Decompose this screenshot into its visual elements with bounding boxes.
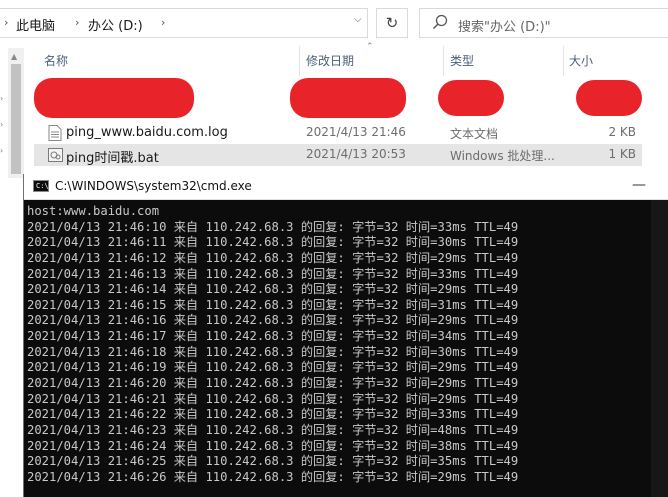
- column-divider[interactable]: [443, 46, 444, 76]
- expand-arrow-icon[interactable]: ›: [0, 94, 3, 103]
- file-name: ping时间戳.bat: [66, 151, 159, 166]
- redaction-mark: [34, 78, 194, 118]
- console-line: 2021/04/13 21:46:12 来自 110.242.68.3 的回复:…: [27, 250, 519, 265]
- console-scrollbar[interactable]: [651, 200, 668, 497]
- console-line: 2021/04/13 21:46:15 来自 110.242.68.3 的回复:…: [27, 297, 519, 312]
- expand-arrow-icon[interactable]: ›: [0, 146, 3, 155]
- refresh-icon: ↻: [385, 14, 399, 32]
- breadcrumb-drive-d[interactable]: 办公 (D:): [88, 15, 143, 34]
- explorer-address-bar: › 此电脑 › 办公 (D:) › ⌵ ↻ 搜索"办公 (D:)": [0, 0, 668, 48]
- nav-scrollbar[interactable]: ▲: [8, 48, 24, 178]
- search-input[interactable]: 搜索"办公 (D:)": [419, 8, 668, 38]
- file-row[interactable]: ping_www.baidu.com.log 2021/4/13 21:46 文…: [34, 122, 642, 144]
- console-line: 2021/04/13 21:46:13 来自 110.242.68.3 的回复:…: [27, 266, 519, 281]
- console-line: 2021/04/13 21:46:18 来自 110.242.68.3 的回复:…: [27, 344, 519, 359]
- file-size: 2 KB: [608, 125, 636, 139]
- console-line: 2021/04/13 21:46:21 来自 110.242.68.3 的回复:…: [27, 391, 519, 406]
- cmd-window-title: C:\WINDOWS\system32\cmd.exe: [55, 179, 252, 193]
- scroll-up-icon[interactable]: ▲: [11, 52, 17, 61]
- column-header-size[interactable]: 大小: [569, 46, 593, 76]
- console-line: 2021/04/13 21:46:24 来自 110.242.68.3 的回复:…: [27, 438, 519, 453]
- column-divider[interactable]: [299, 46, 300, 76]
- column-header-name[interactable]: 名称: [44, 46, 68, 76]
- address-dropdown-icon[interactable]: ⌵: [354, 14, 362, 25]
- redaction-mark: [290, 78, 406, 118]
- console-output[interactable]: host:www.baidu.com 2021/04/13 21:46:10 来自…: [27, 204, 627, 496]
- column-header-type[interactable]: 类型: [450, 46, 474, 76]
- navigation-pane: › › ›: [0, 48, 8, 178]
- console-line: 2021/04/13 21:46:20 来自 110.242.68.3 的回复:…: [27, 376, 519, 391]
- breadcrumb-chevron-icon[interactable]: ›: [75, 16, 79, 29]
- search-icon: [432, 14, 448, 30]
- sort-caret-icon: ⌃: [366, 42, 374, 52]
- console-line: 2021/04/13 21:46:16 来自 110.242.68.3 的回复:…: [27, 313, 519, 328]
- console-line: 2021/04/13 21:46:23 来自 110.242.68.3 的回复:…: [27, 422, 519, 437]
- cmd-app-icon: C:\: [33, 180, 49, 192]
- redaction-mark: [438, 80, 504, 116]
- file-type: 文本文档: [450, 127, 499, 141]
- search-placeholder: 搜索"办公 (D:)": [458, 20, 551, 35]
- text-file-icon: [48, 125, 62, 141]
- nav-scrollbar-thumb[interactable]: [11, 64, 21, 174]
- file-type: Windows 批处理...: [450, 149, 555, 163]
- file-name: ping_www.baidu.com.log: [66, 125, 228, 140]
- console-line: 2021/04/13 21:46:19 来自 110.242.68.3 的回复:…: [27, 360, 519, 375]
- refresh-button[interactable]: ↻: [376, 8, 408, 38]
- console-line: 2021/04/13 21:46:25 来自 110.242.68.3 的回复:…: [27, 454, 519, 469]
- minimize-icon[interactable]: —: [632, 177, 646, 193]
- file-date: 2021/4/13 21:46: [306, 125, 406, 139]
- console-line: host:www.baidu.com: [27, 204, 160, 218]
- file-size: 1 KB: [608, 147, 636, 161]
- console-line: 2021/04/13 21:46:14 来自 110.242.68.3 的回复:…: [27, 282, 519, 297]
- redaction-mark: [576, 80, 642, 116]
- console-line: 2021/04/13 21:46:26 来自 110.242.68.3 的回复:…: [27, 469, 519, 484]
- console-line: 2021/04/13 21:46:11 来自 110.242.68.3 的回复:…: [27, 235, 519, 250]
- column-header-date[interactable]: 修改日期: [306, 46, 354, 76]
- file-row-selected[interactable]: ping时间戳.bat 2021/4/13 20:53 Windows 批处理.…: [34, 144, 642, 166]
- console-line: 2021/04/13 21:46:17 来自 110.242.68.3 的回复:…: [27, 329, 519, 344]
- breadcrumb-chevron-icon[interactable]: ›: [161, 16, 165, 29]
- batch-file-icon: [48, 148, 63, 162]
- cmd-title-bar[interactable]: C:\ C:\WINDOWS\system32\cmd.exe —: [24, 174, 668, 200]
- address-box[interactable]: [0, 8, 368, 38]
- expand-arrow-icon[interactable]: ›: [0, 120, 3, 129]
- breadcrumb-this-pc[interactable]: 此电脑: [16, 15, 55, 34]
- console-line: 2021/04/13 21:46:10 来自 110.242.68.3 的回复:…: [27, 219, 519, 234]
- file-date: 2021/4/13 20:53: [306, 147, 406, 161]
- console-line: 2021/04/13 21:46:22 来自 110.242.68.3 的回复:…: [27, 407, 519, 422]
- column-divider[interactable]: [563, 46, 564, 76]
- cmd-window[interactable]: C:\ C:\WINDOWS\system32\cmd.exe — host:w…: [23, 174, 668, 497]
- breadcrumb-chevron-icon[interactable]: ›: [4, 16, 8, 29]
